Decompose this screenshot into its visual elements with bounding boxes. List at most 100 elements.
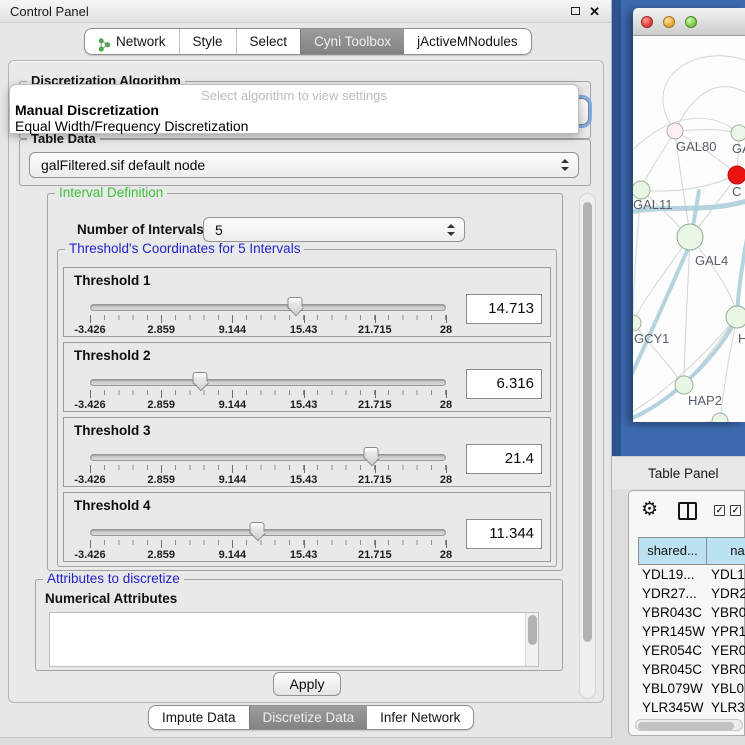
cell-shared-name: YDR27... — [642, 584, 697, 603]
list-scrollbar[interactable] — [525, 613, 538, 666]
threshold-value-field[interactable]: 6.316 — [466, 369, 542, 399]
table-row[interactable]: YER054C YER0 — [638, 641, 745, 660]
slider-track[interactable] — [90, 304, 446, 311]
cell-name: YER0 — [711, 641, 745, 660]
threshold-value-field[interactable]: 14.713 — [466, 294, 542, 324]
zoom-traffic-light-icon[interactable] — [685, 16, 697, 28]
cell-shared-name: YER054C — [642, 641, 702, 660]
node-bottom-partial[interactable] — [712, 413, 728, 422]
threshold-value-field[interactable]: 11.344 — [466, 519, 542, 549]
cell-name: YBR0 — [711, 660, 745, 679]
node-top-right[interactable] — [731, 125, 745, 141]
slider-thumb[interactable] — [288, 297, 303, 309]
slider-tick-labels: -3.426 2.859 9.144 15.43 21.715 28 — [90, 324, 446, 336]
tab-style[interactable]: Style — [179, 29, 236, 54]
apply-button[interactable]: Apply — [273, 672, 341, 696]
node-h[interactable] — [726, 306, 745, 328]
node-label-hap2: HAP2 — [688, 393, 722, 408]
slider-tick-labels: -3.426 2.859 9.144 15.43 21.715 28 — [90, 399, 446, 411]
node-label-h: H — [738, 331, 745, 346]
cell-name: YDL1 — [711, 565, 745, 584]
tick-label: 21.715 — [358, 324, 392, 336]
control-panel-window: Control Panel ✕ Network Style Select Cyn… — [0, 0, 612, 738]
threshold-value-field[interactable]: 21.4 — [466, 444, 542, 474]
table-row[interactable]: YPR145W YPR1 — [638, 622, 745, 641]
horizontal-scrollbar[interactable] — [635, 719, 743, 731]
node-gcy1[interactable] — [633, 315, 641, 331]
slider-track[interactable] — [90, 529, 446, 536]
cell-name: YBL0 — [711, 679, 744, 698]
control-panel-title: Control Panel — [10, 0, 89, 23]
tick-label: -3.426 — [74, 324, 105, 336]
node-gal80[interactable] — [667, 123, 683, 139]
table-data-combobox[interactable]: galFiltered.sif default node — [29, 152, 579, 178]
tick-label: 2.859 — [147, 474, 175, 486]
threshold-slider[interactable]: -3.426 2.859 9.144 15.43 21.715 28 — [90, 375, 446, 411]
network-canvas[interactable]: GAL80 GA C GAL11 GAL4 GCY1 H HAP2 — [633, 36, 745, 422]
tick-label: 9.144 — [219, 549, 247, 561]
slider-thumb[interactable] — [364, 447, 379, 459]
checkbox-icon[interactable]: ✓ — [714, 505, 725, 516]
threshold-slider[interactable]: -3.426 2.859 9.144 15.43 21.715 28 — [90, 300, 446, 336]
threshold-slider[interactable]: -3.426 2.859 9.144 15.43 21.715 28 — [90, 525, 446, 561]
option-equal-width-frequency[interactable]: Equal Width/Frequency Discretization — [15, 118, 248, 134]
tick-label: 28 — [440, 549, 452, 561]
gear-icon[interactable]: ⚙ — [641, 499, 658, 521]
node-label-c: C — [732, 184, 741, 199]
table-row[interactable]: YDR27... YDR2 — [638, 584, 745, 603]
tab-network[interactable]: Network — [85, 29, 179, 54]
table-row[interactable]: YBL079W YBL0 — [638, 679, 745, 698]
minimize-traffic-light-icon[interactable] — [663, 16, 675, 28]
table-row[interactable]: YDL19... YDL1 — [638, 565, 745, 584]
app-root: Control Panel ✕ Network Style Select Cyn… — [0, 0, 745, 745]
network-desktop: GAL80 GA C GAL11 GAL4 GCY1 H HAP2 — [612, 0, 745, 456]
slider-ticks — [90, 540, 446, 548]
tab-cyni-toolbox[interactable]: Cyni Toolbox — [300, 29, 404, 54]
node-hap2[interactable] — [675, 376, 693, 394]
table-row[interactable]: YBR043C YBR0 — [638, 603, 745, 622]
checkbox-icon[interactable]: ✓ — [730, 505, 741, 516]
tick-label: -3.426 — [74, 549, 105, 561]
slider-track[interactable] — [90, 454, 446, 461]
tab-select[interactable]: Select — [236, 29, 301, 54]
node-selected-red[interactable] — [728, 166, 745, 184]
algorithm-hint: Select algorithm to view settings — [10, 88, 578, 103]
cell-name: YBR0 — [711, 603, 745, 622]
tab-jactivemnodules[interactable]: jActiveMNodules — [404, 29, 531, 54]
table-body: YDL19... YDL1 YDR27... YDR2 YBR043C YBR0… — [638, 565, 745, 725]
tab-discretize-data[interactable]: Discretize Data — [249, 706, 368, 729]
panel-scrollbar[interactable] — [579, 193, 596, 699]
number-of-intervals-spinner[interactable]: 5 — [203, 217, 465, 242]
slider-thumb[interactable] — [193, 372, 208, 384]
tick-label: 15.43 — [290, 549, 318, 561]
cell-shared-name: YPR145W — [642, 622, 705, 641]
threshold-slider[interactable]: -3.426 2.859 9.144 15.43 21.715 28 — [90, 450, 446, 486]
spinner-arrows-icon[interactable] — [447, 224, 455, 236]
node-label-gal80: GAL80 — [676, 139, 716, 154]
node-gal4[interactable] — [677, 224, 703, 250]
combo-arrows-icon[interactable] — [561, 159, 569, 171]
cell-shared-name: YBR043C — [642, 603, 702, 622]
network-branch-icon — [98, 35, 111, 49]
close-icon[interactable]: ✕ — [589, 0, 600, 23]
tick-label: 21.715 — [358, 474, 392, 486]
float-window-icon[interactable] — [571, 7, 580, 15]
tick-label: 15.43 — [290, 474, 318, 486]
slider-thumb[interactable] — [250, 522, 265, 534]
slider-ticks — [90, 390, 446, 398]
split-columns-icon[interactable] — [678, 502, 697, 520]
tab-impute-data[interactable]: Impute Data — [149, 706, 249, 729]
slider-track[interactable] — [90, 379, 446, 386]
table-row[interactable]: YLR345W YLR3 — [638, 698, 745, 717]
option-manual-discretization[interactable]: Manual Discretization — [15, 102, 159, 118]
tab-infer-network[interactable]: Infer Network — [367, 706, 473, 729]
tick-label: 15.43 — [290, 324, 318, 336]
close-traffic-light-icon[interactable] — [641, 16, 653, 28]
column-header-name[interactable]: na — [707, 537, 745, 565]
threshold-panel: Threshold 2 -3.426 2.859 9.144 15.43 — [63, 342, 551, 412]
cell-shared-name: YDL19... — [642, 565, 695, 584]
number-of-intervals-label: Number of Intervals — [77, 218, 204, 242]
column-header-shared-name[interactable]: shared... — [638, 537, 707, 565]
table-row[interactable]: YBR045C YBR0 — [638, 660, 745, 679]
threshold-label: Threshold 4 — [74, 498, 151, 513]
